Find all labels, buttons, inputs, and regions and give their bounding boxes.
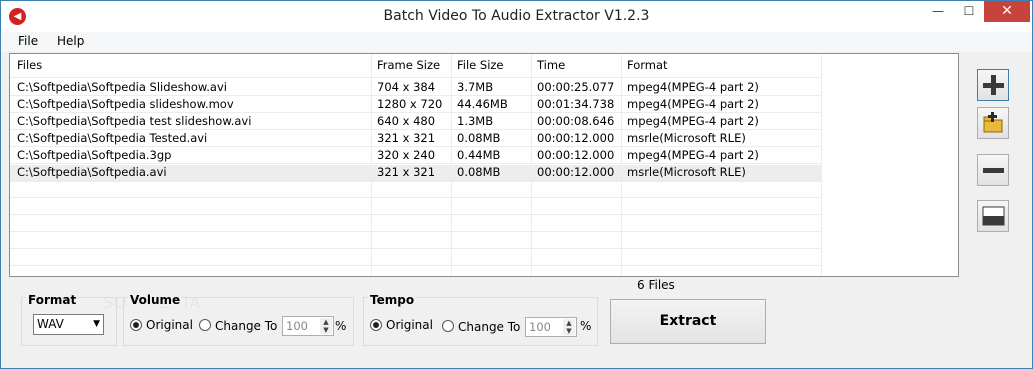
column-header-time[interactable]: Time [531, 57, 565, 74]
tempo-group-title: Tempo [368, 293, 417, 307]
volume-change-label[interactable]: Change To [215, 319, 277, 333]
maximize-button[interactable]: ☐ [955, 1, 983, 22]
column-header-format[interactable]: Format [621, 57, 668, 74]
format-cell[interactable]: mpeg4(MPEG-4 part 2) [621, 79, 759, 96]
file-path-cell[interactable]: C:\Softpedia\Softpedia Slideshow.avi [11, 79, 227, 96]
add-files-button[interactable] [977, 69, 1009, 101]
file-path-cell[interactable]: C:\Softpedia\Softpedia test slideshow.av… [11, 113, 251, 130]
format-cell[interactable]: mpeg4(MPEG-4 part 2) [621, 113, 759, 130]
tempo-change-label[interactable]: Change To [458, 320, 520, 334]
file-path-cell[interactable]: C:\Softpedia\Softpedia.3gp [11, 147, 171, 164]
file-path-cell[interactable]: C:\Softpedia\Softpedia.avi [11, 164, 167, 181]
tempo-change-radio[interactable] [442, 320, 454, 332]
app-window: ◀ Batch Video To Audio Extractor V1.2.3 … [0, 0, 1033, 369]
frame-size-cell[interactable]: 321 x 321 [371, 164, 435, 181]
extract-button[interactable]: Extract [610, 299, 766, 344]
time-cell[interactable]: 00:00:25.077 [531, 79, 614, 96]
add-file-icon [983, 75, 1004, 95]
time-cell[interactable]: 00:00:08.646 [531, 113, 614, 130]
file-count-label: 6 Files [637, 278, 675, 292]
format-cell[interactable]: mpeg4(MPEG-4 part 2) [621, 96, 759, 113]
volume-percent-label: % [335, 319, 347, 333]
add-folder-icon [983, 112, 1003, 133]
clear-list-icon [982, 206, 1005, 226]
tempo-percent-label: % [580, 319, 592, 333]
format-select-value: WAV [37, 317, 64, 331]
spinner-arrows-icon[interactable]: ▲ ▼ [320, 318, 332, 334]
menu-file[interactable]: File [18, 34, 38, 48]
volume-group-title: Volume [128, 293, 183, 307]
menu-help[interactable]: Help [57, 34, 84, 48]
add-folder-button[interactable] [977, 107, 1009, 139]
tempo-spinner-value: 100 [529, 320, 551, 334]
file-size-cell[interactable]: 0.44MB [451, 147, 500, 164]
volume-original-radio[interactable] [130, 319, 142, 331]
menu-bar: File Help [1, 32, 1032, 52]
close-button[interactable]: ✕ [984, 1, 1030, 22]
file-size-cell[interactable]: 44.46MB [451, 96, 508, 113]
minimize-button[interactable]: — [923, 1, 953, 22]
volume-spinner[interactable]: 100 ▲ ▼ [282, 316, 334, 336]
tempo-original-radio[interactable] [370, 319, 382, 331]
file-list-table[interactable]: Files Frame Size File Size Time Format C… [9, 53, 959, 277]
frame-size-cell[interactable]: 1280 x 720 [371, 96, 442, 113]
file-size-cell[interactable]: 1.3MB [451, 113, 493, 130]
file-path-cell[interactable]: C:\Softpedia\Softpedia Tested.avi [11, 130, 207, 147]
frame-size-cell[interactable]: 640 x 480 [371, 113, 435, 130]
format-cell[interactable]: mpeg4(MPEG-4 part 2) [621, 147, 759, 164]
frame-size-cell[interactable]: 321 x 321 [371, 130, 435, 147]
file-size-cell[interactable]: 3.7MB [451, 79, 493, 96]
remove-file-button[interactable] [977, 154, 1009, 186]
column-header-file-size[interactable]: File Size [451, 57, 504, 74]
time-cell[interactable]: 00:01:34.738 [531, 96, 614, 113]
time-cell[interactable]: 00:00:12.000 [531, 164, 614, 181]
column-header-files[interactable]: Files [11, 57, 42, 74]
tempo-spinner[interactable]: 100 ▲ ▼ [525, 317, 577, 337]
chevron-down-icon: ▼ [93, 319, 100, 329]
spinner-arrows-icon[interactable]: ▲ ▼ [563, 319, 575, 335]
file-size-cell[interactable]: 0.08MB [451, 130, 500, 147]
file-size-cell[interactable]: 0.08MB [451, 164, 500, 181]
window-title: Batch Video To Audio Extractor V1.2.3 [383, 8, 650, 24]
tempo-original-label[interactable]: Original [386, 318, 433, 332]
volume-original-label[interactable]: Original [146, 318, 193, 332]
format-cell[interactable]: msrle(Microsoft RLE) [621, 164, 746, 181]
frame-size-cell[interactable]: 320 x 240 [371, 147, 435, 164]
file-path-cell[interactable]: C:\Softpedia\Softpedia slideshow.mov [11, 96, 234, 113]
time-cell[interactable]: 00:00:12.000 [531, 147, 614, 164]
column-header-frame-size[interactable]: Frame Size [371, 57, 440, 74]
volume-change-radio[interactable] [199, 319, 211, 331]
format-group-title: Format [26, 293, 79, 307]
time-cell[interactable]: 00:00:12.000 [531, 130, 614, 147]
format-cell[interactable]: msrle(Microsoft RLE) [621, 130, 746, 147]
title-bar: ◀ Batch Video To Audio Extractor V1.2.3 … [1, 1, 1032, 32]
format-select[interactable]: WAV ▼ [33, 314, 104, 335]
volume-spinner-value: 100 [286, 319, 308, 333]
frame-size-cell[interactable]: 704 x 384 [371, 79, 435, 96]
clear-list-button[interactable] [977, 200, 1009, 232]
remove-icon [983, 168, 1004, 173]
